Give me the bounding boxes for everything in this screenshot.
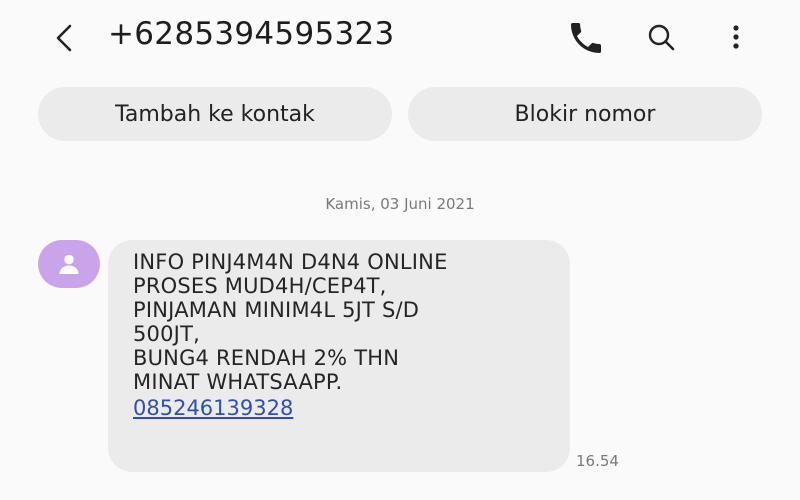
block-number-button[interactable]: Blokir nomor (408, 87, 762, 141)
more-vert-icon (733, 25, 739, 49)
date-separator: Kamis, 03 Juni 2021 (325, 195, 475, 213)
add-to-contacts-button[interactable]: Tambah ke kontak (38, 87, 392, 141)
avatar[interactable] (38, 240, 100, 288)
search-icon (648, 24, 675, 51)
message-line: MINAT WHATSAAPP. (133, 370, 343, 394)
message-line: 500JT, (133, 322, 200, 346)
message-timestamp: 16.54 (576, 452, 619, 470)
call-button[interactable] (566, 18, 606, 58)
back-arrow-icon (56, 24, 72, 52)
message-line: BUNG4 RENDAH 2% THN (133, 346, 400, 370)
more-options-button[interactable] (716, 18, 756, 58)
phone-icon (571, 23, 601, 53)
message-bubble[interactable]: INFO PINJ4M4N D4N4 ONLINE PROSES MUD4H/C… (108, 240, 570, 472)
contact-number-title: +6285394595323 (108, 16, 395, 52)
back-button[interactable] (44, 18, 84, 58)
message-line: PINJAMAN MINIM4L 5JT S/D (133, 298, 420, 322)
message-line: PROSES MUD4H/CEP4T, (133, 274, 387, 298)
phone-number-link[interactable]: 085246139328 (133, 394, 550, 422)
search-button[interactable] (642, 18, 682, 58)
top-app-bar: +6285394595323 (0, 0, 800, 72)
message-line: INFO PINJ4M4N D4N4 ONLINE (133, 250, 448, 274)
person-icon (59, 254, 79, 274)
